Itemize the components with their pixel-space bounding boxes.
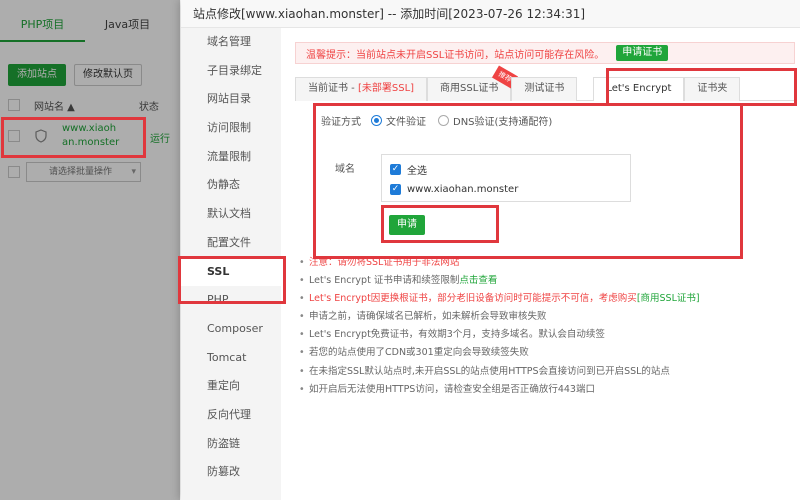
- site-table-header: 网站名 ▲ 状态: [8, 96, 178, 114]
- warning-text: 温馨提示：当前站点未开启SSL证书访问，站点访问可能存在风险。: [306, 49, 605, 61]
- list-item: • Let's Encrypt 证书申请和续签限制 点击查看: [299, 272, 799, 290]
- domain-label: 域名: [335, 164, 355, 175]
- menu-domain-management[interactable]: 域名管理: [181, 28, 281, 57]
- edit-default-page-button[interactable]: 修改默认页: [74, 64, 142, 86]
- list-item: • Let's Encrypt免费证书，有效期3个月，支持多域名。默认会自动续签: [299, 329, 605, 341]
- tab-php-projects[interactable]: PHP项目: [0, 8, 85, 42]
- menu-config-file[interactable]: 配置文件: [181, 229, 281, 258]
- menu-reverse-proxy[interactable]: 反向代理: [181, 401, 281, 430]
- menu-traffic-limit[interactable]: 流量限制: [181, 143, 281, 172]
- batch-checkbox[interactable]: [8, 166, 20, 178]
- check-icon[interactable]: ✓: [390, 163, 401, 175]
- radio-file-verify[interactable]: [371, 115, 382, 126]
- menu-composer[interactable]: Composer: [181, 315, 281, 344]
- tab-current-certificate[interactable]: 当前证书 - [未部署SSL]: [295, 77, 428, 101]
- domain-item[interactable]: ✓ www.xiaohan.monster: [390, 179, 622, 199]
- verify-file-option[interactable]: 文件验证: [371, 113, 426, 128]
- dialog-title: 站点修改[www.xiaohan.monster] -- 添加时间[2023-0…: [181, 0, 800, 28]
- list-item: • 在未指定SSL默认站点时,未开启SSL的站点使用HTTPS会直接访问到已开启S…: [299, 365, 670, 377]
- menu-tomcat[interactable]: Tomcat: [181, 344, 281, 373]
- list-item: • 注意：请勿将SSL证书用于非法网站: [299, 257, 460, 268]
- select-all-checkbox[interactable]: [8, 99, 20, 111]
- menu-hotlink-protection[interactable]: 防盗链: [181, 430, 281, 459]
- site-status[interactable]: 运行: [150, 130, 170, 145]
- site-toolbar: 添加站点 修改默认页: [8, 64, 142, 86]
- ssl-tabs: 当前证书 - [未部署SSL] 商用SSL证书 推荐 测试证书 Let's En…: [295, 65, 795, 101]
- list-item: • 若您的站点使用了CDN或301重定向会导致续签失败: [299, 347, 529, 359]
- ssl-notes: • 注意：请勿将SSL证书用于非法网站 • Let's Encrypt 证书申请和续…: [299, 254, 799, 399]
- table-row: www.xiaoh an.monster: [8, 122, 119, 150]
- menu-subdirectory-binding[interactable]: 子目录绑定: [181, 57, 281, 86]
- check-icon[interactable]: ✓: [390, 183, 401, 195]
- domain-list: ✓ 全选 ✓ www.xiaohan.monster: [381, 154, 631, 202]
- menu-redirect[interactable]: 重定向: [181, 372, 281, 401]
- tab-commercial-ssl[interactable]: 商用SSL证书 推荐: [427, 65, 519, 101]
- menu-access-limit[interactable]: 访问限制: [181, 114, 281, 143]
- list-item: • Let's Encrypt因更换根证书，部分老旧设备访问时可能提示不可信，考虑…: [299, 290, 799, 308]
- menu-php[interactable]: PHP: [181, 286, 281, 315]
- view-limits-link[interactable]: 点击查看: [459, 272, 497, 290]
- tab-lets-encrypt[interactable]: Let's Encrypt: [593, 77, 685, 101]
- menu-site-directory[interactable]: 网站目录: [181, 85, 281, 114]
- ssl-status-label: [未部署SSL]: [357, 83, 415, 94]
- menu-ssl[interactable]: SSL: [181, 257, 281, 287]
- apply-certificate-button[interactable]: 申请证书: [616, 45, 669, 61]
- radio-dns-verify[interactable]: [438, 115, 449, 126]
- tab-java-projects[interactable]: Java项目: [85, 8, 170, 42]
- row-checkbox[interactable]: [8, 130, 20, 142]
- verify-method-label: 验证方式: [321, 117, 361, 128]
- chevron-down-icon: ▾: [131, 167, 136, 177]
- verify-method-row: 验证方式 文件验证 DNS验证(支持通配符): [311, 113, 721, 128]
- menu-rewrite[interactable]: 伪静态: [181, 171, 281, 200]
- lets-encrypt-form: 验证方式 文件验证 DNS验证(支持通配符): [311, 113, 721, 128]
- project-tabs: PHP项目 Java项目: [0, 8, 170, 42]
- ssl-panel: 温馨提示：当前站点未开启SSL证书访问，站点访问可能存在风险。 申请证书 当前证…: [291, 28, 800, 500]
- ssl-warning-banner: 温馨提示：当前站点未开启SSL证书访问，站点访问可能存在风险。 申请证书: [295, 42, 795, 64]
- batch-action-select[interactable]: 请选择批量操作 ▾: [26, 162, 141, 182]
- menu-tamper-proof[interactable]: 防篡改: [181, 458, 281, 487]
- tab-test-certificate[interactable]: 测试证书: [511, 77, 578, 101]
- column-site-name[interactable]: 网站名 ▲: [34, 98, 75, 113]
- list-item: • 如开启后无法使用HTTPS访问，请检查安全组是否正确放行443端口: [299, 383, 595, 395]
- batch-bar: 请选择批量操作 ▾: [8, 162, 141, 182]
- commercial-ssl-link[interactable]: [商用SSL证书]: [637, 290, 700, 308]
- column-status[interactable]: 状态: [139, 98, 159, 113]
- select-all-domains[interactable]: ✓ 全选: [390, 159, 622, 179]
- menu-default-document[interactable]: 默认文档: [181, 200, 281, 229]
- settings-menu: 域名管理 子目录绑定 网站目录 访问限制 流量限制 伪静态 默认文档 配置文件 …: [181, 28, 281, 500]
- tab-certificate-folder[interactable]: 证书夹: [684, 77, 741, 101]
- list-item: • 申请之前，请确保域名已解析，如未解析会导致审核失败: [299, 311, 547, 323]
- add-site-button[interactable]: 添加站点: [8, 64, 66, 86]
- apply-button[interactable]: 申请: [389, 215, 425, 235]
- site-edit-dialog: 站点修改[www.xiaohan.monster] -- 添加时间[2023-0…: [181, 0, 800, 500]
- shield-icon: [35, 129, 47, 143]
- site-name-link[interactable]: www.xiaoh an.monster: [62, 122, 119, 150]
- verify-dns-option[interactable]: DNS验证(支持通配符): [438, 113, 552, 128]
